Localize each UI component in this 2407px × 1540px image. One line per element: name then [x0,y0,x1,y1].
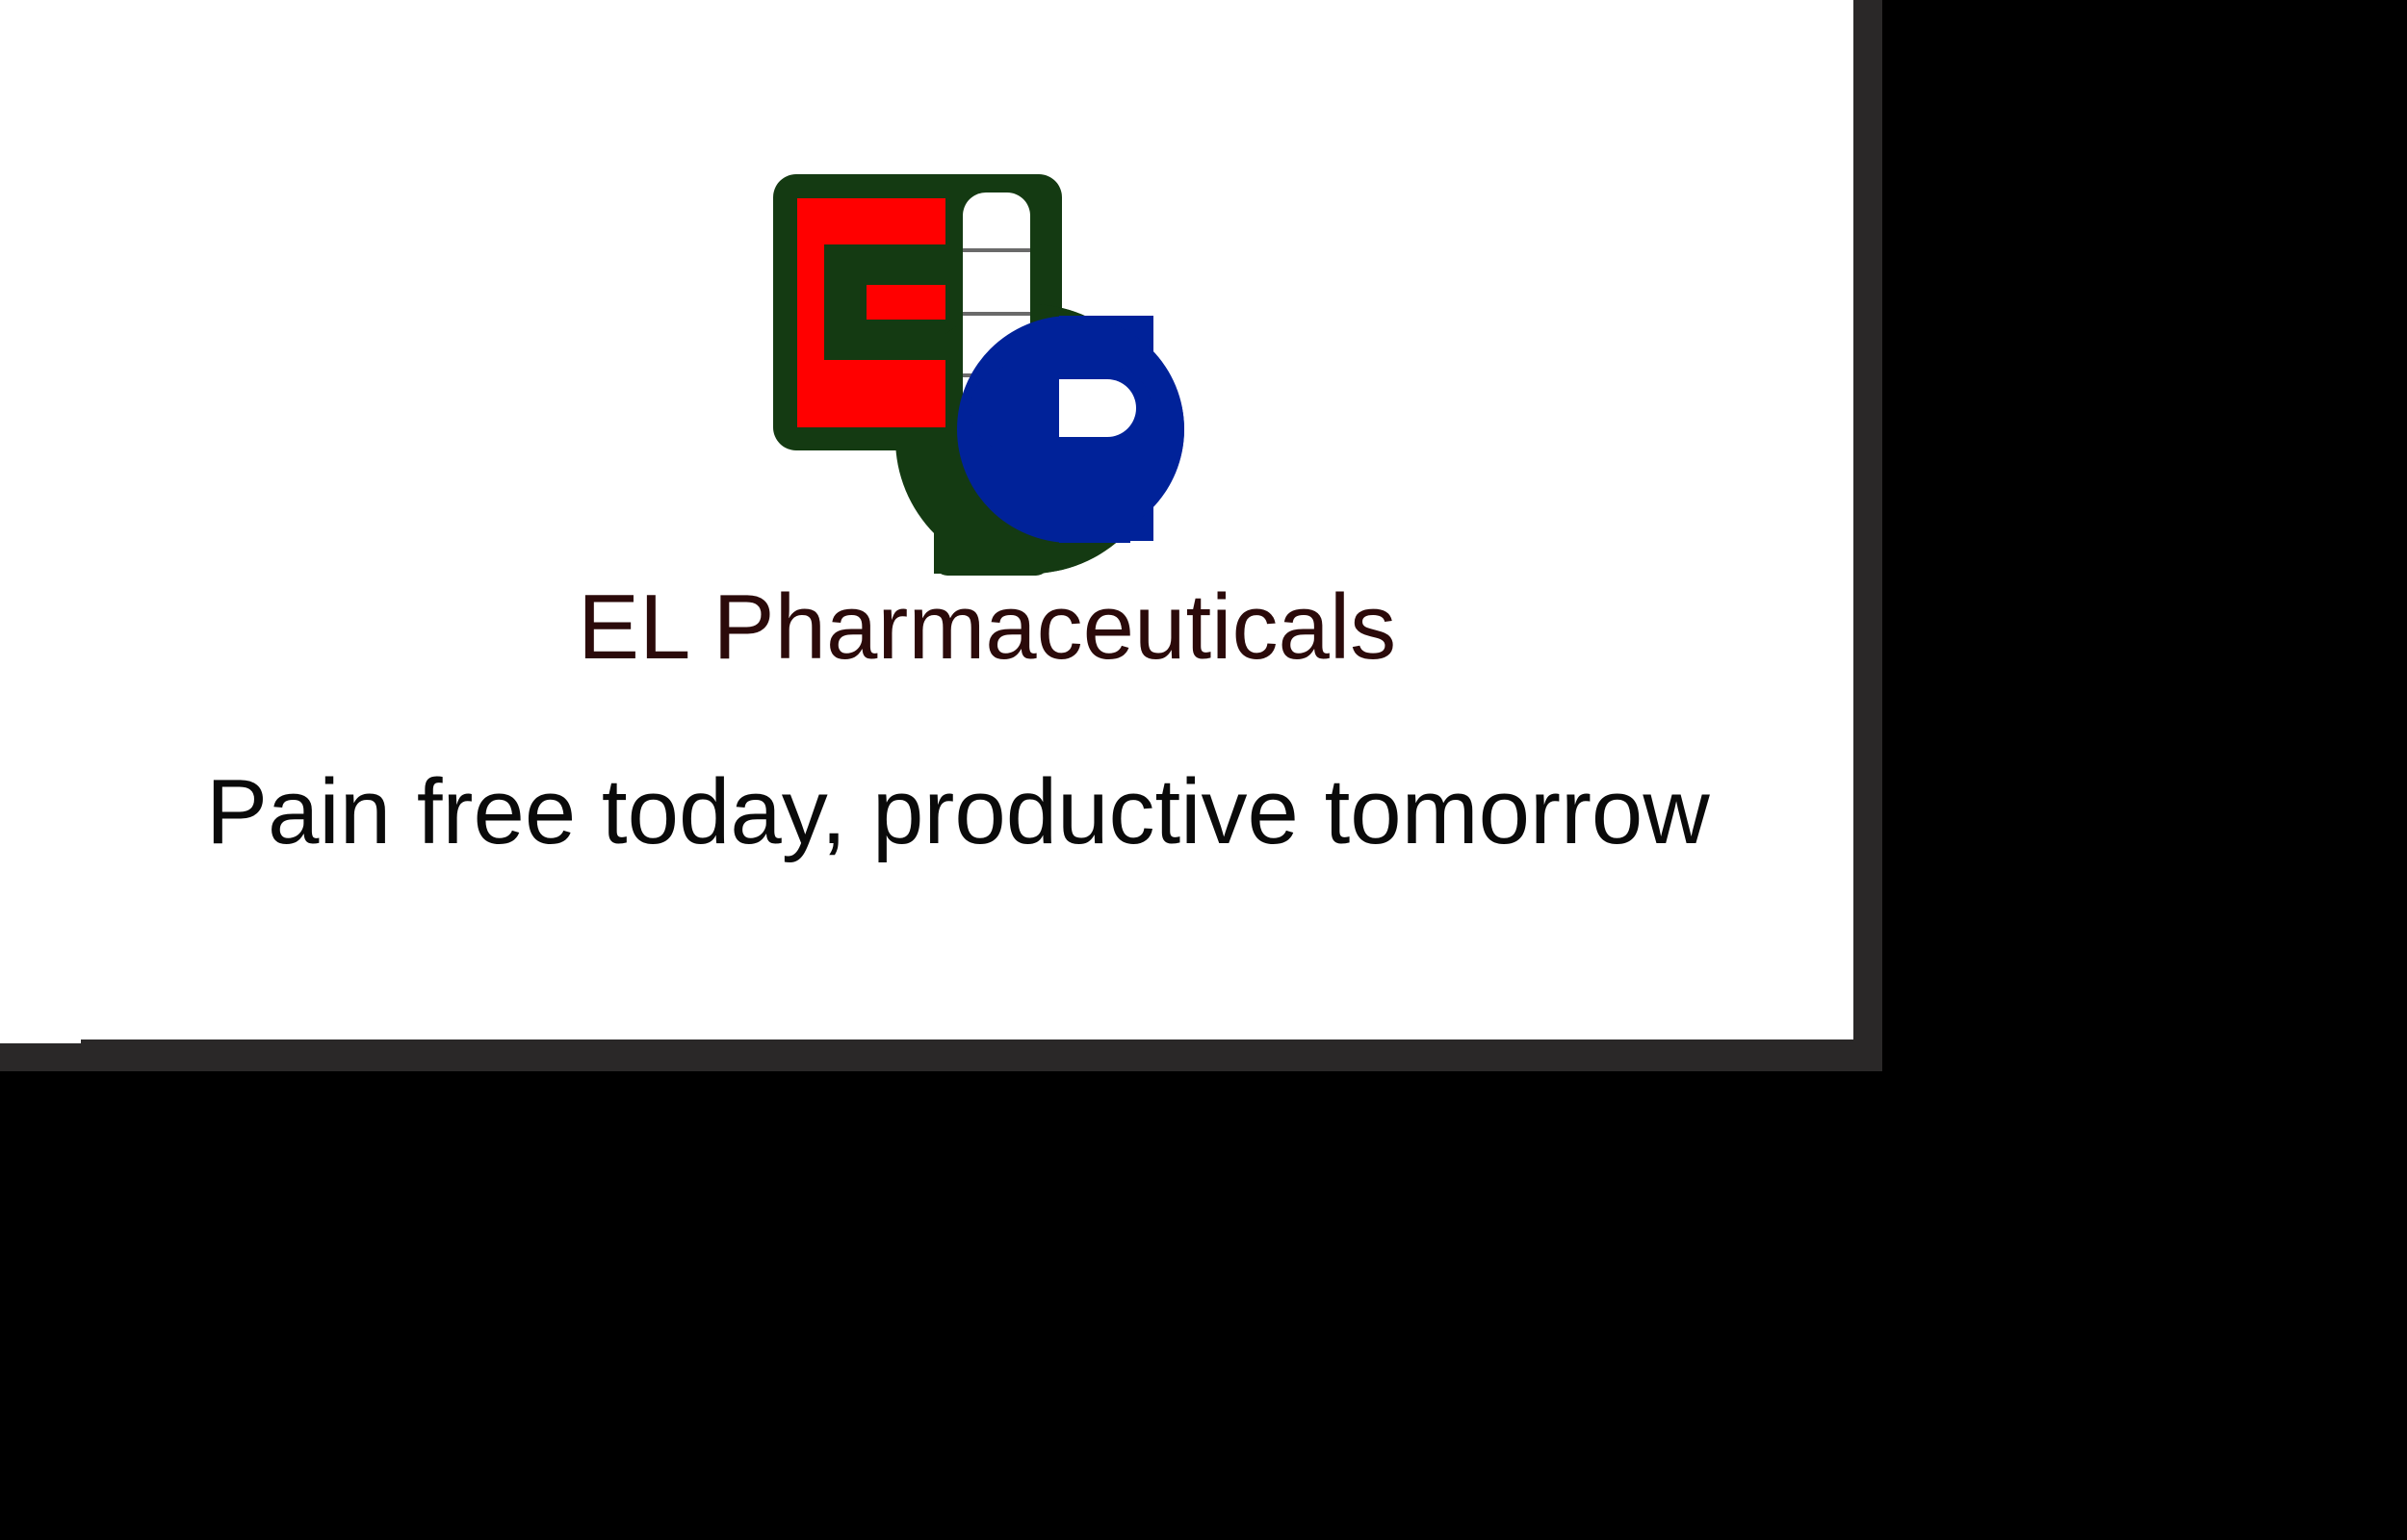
ep-logo-icon [773,174,1184,576]
tagline: Pain free today, productive tomorrow [206,760,1710,863]
company-name: EL Pharmaceuticals [578,576,1397,679]
screen: EL Pharmaceuticals Pain free today, prod… [0,0,2407,1540]
card-edge [0,1040,81,1043]
